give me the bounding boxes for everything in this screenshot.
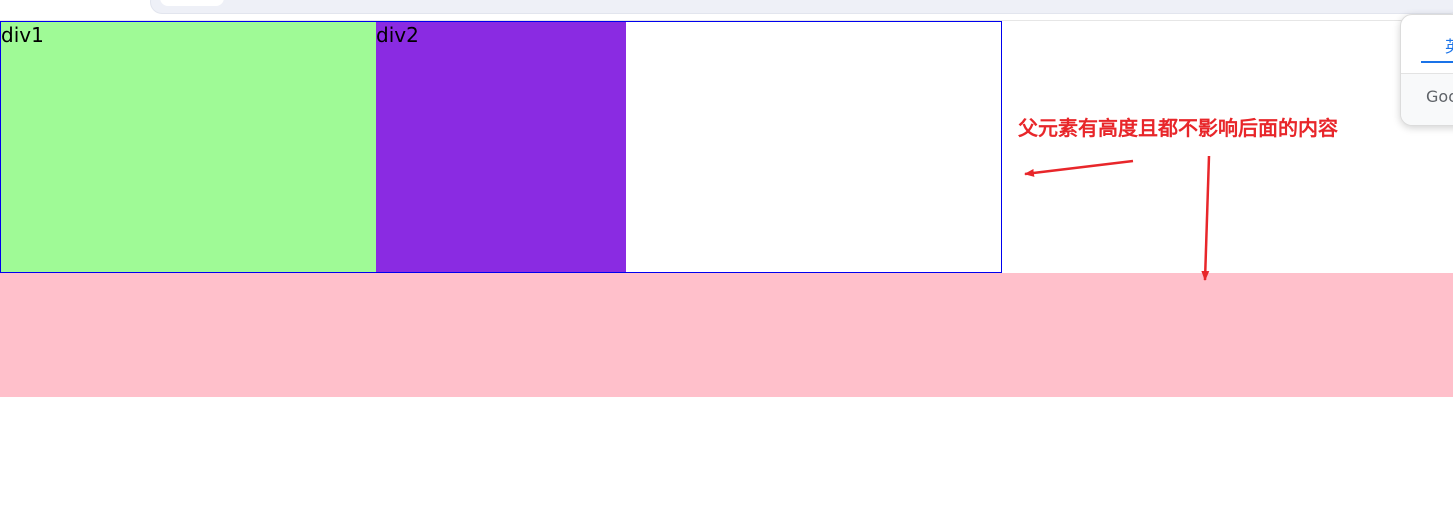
popup-footer-link[interactable]: Goo: [1426, 87, 1453, 106]
div1-box: div1: [1, 22, 376, 272]
popup-language-tab[interactable]: 英: [1445, 33, 1453, 57]
arrow-left-icon: [1024, 159, 1134, 177]
address-bar-chip[interactable]: [160, 0, 224, 6]
arrow-down-icon: [1201, 155, 1211, 281]
popup-tab-underline: [1421, 61, 1453, 63]
popup-divider: [1401, 73, 1453, 74]
browser-top-bar: [0, 0, 1453, 20]
div1-label: div1: [1, 23, 44, 47]
following-content-block: [0, 273, 1453, 397]
translate-popup: 英 Goo: [1400, 14, 1453, 126]
annotation-text: 父元素有高度且都不影响后面的内容: [1018, 116, 1338, 140]
div2-box: div2: [376, 22, 626, 272]
parent-container: div1 div2: [0, 21, 1002, 273]
address-bar[interactable]: [150, 0, 1453, 14]
div2-label: div2: [376, 23, 419, 47]
